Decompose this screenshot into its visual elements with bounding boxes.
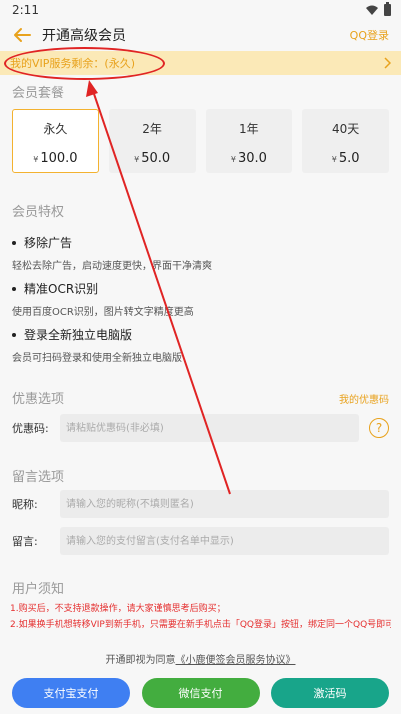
- plan-option-forever[interactable]: 永久 ¥100.0: [12, 109, 99, 173]
- plan-name: 永久: [43, 122, 68, 136]
- back-arrow-icon[interactable]: [12, 25, 32, 45]
- plan-price: ¥5.0: [303, 151, 388, 166]
- plans-list: 永久 ¥100.0 2年 ¥50.0 1年 ¥30.0 40天 ¥5.0: [12, 109, 389, 173]
- battery-icon: [384, 2, 391, 16]
- page-title: 开通高级会员: [42, 28, 126, 44]
- plan-price-value: 30.0: [237, 151, 267, 166]
- message-row: 留言:: [12, 527, 389, 555]
- nickname-label: 昵称:: [12, 498, 38, 511]
- help-icon[interactable]: ?: [369, 418, 389, 438]
- plan-name: 40天: [331, 122, 360, 136]
- currency-symbol: ¥: [33, 155, 39, 164]
- feature-title: 登录全新独立电脑版: [24, 328, 133, 342]
- coupon-label: 优惠码:: [12, 422, 49, 435]
- plans-section-title: 会员套餐: [12, 86, 65, 101]
- plan-price: ¥50.0: [110, 151, 195, 166]
- plan-option-2-years[interactable]: 2年 ¥50.0: [108, 109, 196, 173]
- feature-desc: 会员可扫码登录和使用全新独立电脑版: [12, 353, 182, 364]
- status-bar: 2:11: [0, 0, 401, 20]
- plan-price-value: 100.0: [40, 151, 78, 166]
- feature-desc: 使用百度OCR识别，图片转文字精度更高: [12, 307, 194, 318]
- agreement-text: 开通即视为同意《小鹿便签会员服务协议》: [0, 651, 401, 666]
- currency-symbol: ¥: [134, 155, 140, 164]
- plan-price-value: 50.0: [141, 151, 171, 166]
- plan-name: 1年: [239, 122, 259, 136]
- activation-code-button[interactable]: 激活码: [271, 678, 389, 708]
- vip-status-banner[interactable]: 我的VIP服务剩余：(永久): [0, 51, 401, 75]
- status-icons: [366, 2, 391, 16]
- feature-desc: 轻松去除广告，启动速度更快，界面干净清爽: [12, 261, 212, 272]
- my-coupon-link[interactable]: 我的优惠码: [339, 391, 389, 406]
- currency-symbol: ¥: [331, 155, 337, 164]
- agreement-link[interactable]: 《小鹿便签会员服务协议》: [176, 655, 296, 666]
- vip-status-text: 我的VIP服务剩余：(永久): [10, 57, 135, 70]
- nickname-row: 昵称:: [12, 490, 389, 518]
- status-time: 2:11: [12, 3, 39, 17]
- notice-section-title: 用户须知: [12, 582, 65, 597]
- message-input[interactable]: [60, 527, 389, 555]
- bullet-icon: [12, 332, 16, 337]
- header: 开通高级会员 QQ登录: [0, 20, 401, 50]
- wifi-icon: [366, 5, 378, 15]
- agreement-prefix: 开通即视为同意: [105, 655, 176, 666]
- feature-item: 登录全新独立电脑版 会员可扫码登录和使用全新独立电脑版: [12, 326, 182, 364]
- nickname-input[interactable]: [60, 490, 389, 518]
- bullet-icon: [12, 240, 16, 245]
- coupon-section-title: 优惠选项: [12, 392, 65, 407]
- message-section-title: 留言选项: [12, 470, 65, 485]
- bullet-icon: [12, 286, 16, 291]
- alipay-button[interactable]: 支付宝支付: [12, 678, 130, 708]
- message-label: 留言:: [12, 535, 38, 548]
- feature-item: 移除广告 轻松去除广告，启动速度更快，界面干净清爽: [12, 234, 212, 272]
- payment-buttons: 支付宝支付 微信支付 激活码: [12, 678, 389, 708]
- features-section-title: 会员特权: [12, 205, 65, 220]
- currency-symbol: ¥: [230, 155, 236, 164]
- notice-line: 1.购买后，不支持退款操作，请大家谨慎思考后购买；: [10, 604, 226, 614]
- wechat-pay-button[interactable]: 微信支付: [141, 678, 260, 708]
- plan-price-value: 5.0: [338, 151, 360, 166]
- coupon-row: 优惠码: ?: [12, 414, 389, 442]
- coupon-input[interactable]: [60, 414, 359, 442]
- plan-option-1-year[interactable]: 1年 ¥30.0: [205, 109, 293, 173]
- plan-name: 2年: [142, 122, 162, 136]
- chevron-right-icon: [384, 57, 391, 69]
- notice-line: 2.如果换手机想转移VIP到新手机，只需要在新手机点击「QQ登录」按钮，绑定同一…: [10, 620, 391, 630]
- feature-title: 精准OCR识别: [24, 282, 99, 296]
- feature-item: 精准OCR识别 使用百度OCR识别，图片转文字精度更高: [12, 280, 194, 318]
- plan-option-40-days[interactable]: 40天 ¥5.0: [302, 109, 389, 173]
- plan-price: ¥100.0: [13, 151, 98, 166]
- plan-price: ¥30.0: [207, 151, 292, 166]
- qq-login-button[interactable]: QQ登录: [350, 27, 389, 43]
- feature-title: 移除广告: [24, 236, 73, 250]
